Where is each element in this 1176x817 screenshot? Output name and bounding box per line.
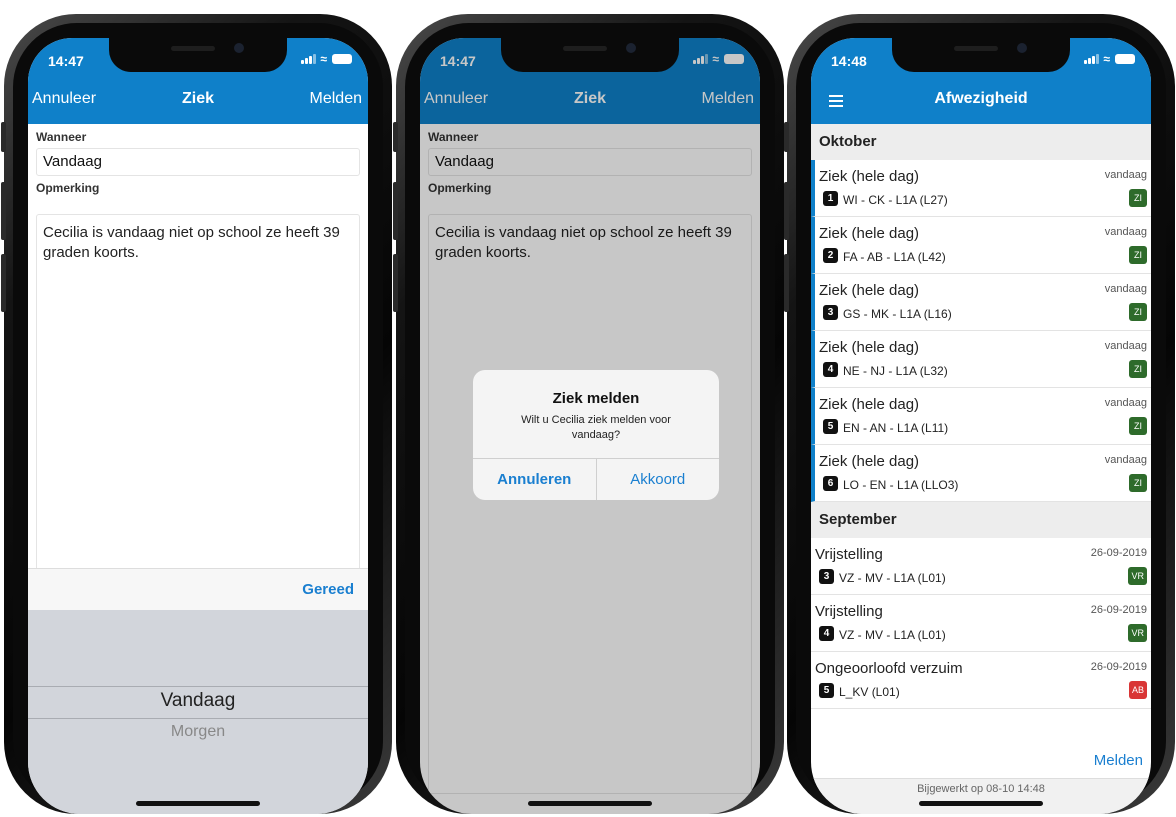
battery-icon: [332, 54, 352, 64]
absence-date: vandaag: [1104, 169, 1147, 181]
signal-icon: [1084, 54, 1100, 64]
absence-date: vandaag: [1104, 454, 1147, 466]
absence-type-badge: AB: [1128, 681, 1147, 699]
section-header: Oktober: [811, 124, 1151, 160]
lesson-number: 5: [823, 419, 838, 434]
home-indicator[interactable]: [528, 801, 652, 806]
alert-title: Ziek melden: [552, 390, 640, 407]
navigation-bar: Annuleer Ziek Melden: [28, 78, 368, 124]
when-label: Wanneer: [36, 130, 87, 144]
absence-title: Vrijstelling: [815, 546, 883, 563]
absence-row[interactable]: Ziek (hele dag) vandaag 2 FA - AB - L1A (L4…: [811, 217, 1151, 274]
confirm-alert: Ziek melden Wilt u Cecilia ziek melden v…: [473, 370, 719, 500]
lesson-number: 4: [819, 626, 834, 641]
absence-date: 26-09-2019: [1090, 661, 1147, 673]
absence-date: 26-09-2019: [1090, 604, 1147, 616]
alert-confirm-button[interactable]: Akkoord: [597, 459, 720, 500]
absence-type-badge: ZI: [1129, 303, 1147, 321]
absence-title: Ziek (hele dag): [819, 453, 920, 470]
absence-date: vandaag: [1104, 283, 1147, 295]
absence-date: vandaag: [1104, 340, 1147, 352]
status-time: 14:48: [831, 53, 867, 69]
report-absence-link[interactable]: Melden: [1094, 752, 1143, 769]
lesson-info: EN - AN - L1A (L11): [843, 421, 949, 435]
screen-sick-form: 14:47 ≈ Annuleer Ziek Melden Wanneer Van…: [28, 38, 368, 814]
absence-title: Ziek (hele dag): [819, 168, 920, 185]
report-button[interactable]: Melden: [310, 90, 362, 108]
screen-absence-list: 14:48 ≈ Afwezigheid Oktober Ziek (hele da…: [811, 38, 1151, 814]
alert-message: Wilt u Cecilia ziek melden voor vandaag?: [521, 414, 671, 441]
picker-option[interactable]: Morgen: [28, 723, 368, 741]
absence-row[interactable]: Ziek (hele dag) vandaag 6 LO - EN - L1A (LL…: [811, 445, 1151, 502]
absence-type-badge: ZI: [1129, 417, 1147, 435]
lesson-number: 6: [823, 476, 838, 491]
home-indicator[interactable]: [919, 801, 1043, 806]
absence-title: Ziek (hele dag): [819, 396, 920, 413]
lesson-info: GS - MK - L1A (L16): [843, 307, 952, 321]
lesson-number: 4: [823, 362, 838, 377]
lesson-info: FA - AB - L1A (L42): [843, 250, 946, 264]
date-picker[interactable]: Vandaag Morgen: [28, 610, 368, 814]
lesson-info: VZ - MV - L1A (L01): [839, 628, 946, 642]
absence-date: vandaag: [1104, 226, 1147, 238]
absence-row[interactable]: Ziek (hele dag) vandaag 5 EN - AN - L1A (L1…: [811, 388, 1151, 445]
lesson-info: NE - NJ - L1A (L32): [843, 364, 948, 378]
screen-confirm-dialog: 14:47 ≈ Annuleer Ziek Melden Wanneer Van…: [420, 38, 760, 814]
lesson-info: LO - EN - L1A (LLO3): [843, 478, 959, 492]
lesson-number: 1: [823, 191, 838, 206]
when-field[interactable]: Vandaag: [36, 148, 360, 176]
lesson-number: 3: [823, 305, 838, 320]
signal-icon: [301, 54, 317, 64]
home-indicator[interactable]: [136, 801, 260, 806]
last-updated: Bijgewerkt op 08-10 14:48: [811, 778, 1151, 814]
absence-type-badge: ZI: [1129, 246, 1147, 264]
lesson-info: WI - CK - L1A (L27): [843, 193, 948, 207]
absence-type-badge: ZI: [1129, 474, 1147, 492]
absence-title: Vrijstelling: [815, 603, 883, 620]
notch: [501, 38, 679, 72]
lesson-number: 3: [819, 569, 834, 584]
wifi-icon: ≈: [320, 52, 327, 66]
absence-type-badge: ZI: [1129, 189, 1147, 207]
absence-title: Ongeoorloofd verzuim: [815, 660, 963, 677]
absence-row[interactable]: Ziek (hele dag) vandaag 4 NE - NJ - L1A (L3…: [811, 331, 1151, 388]
absence-type-badge: VR: [1128, 624, 1147, 642]
remark-textarea[interactable]: Cecilia is vandaag niet op school ze hee…: [36, 214, 360, 574]
phone-frame-3: 14:48 ≈ Afwezigheid Oktober Ziek (hele da…: [784, 14, 1175, 814]
absence-date: 26-09-2019: [1090, 547, 1147, 559]
picker-option-selected[interactable]: Vandaag: [28, 690, 368, 712]
lesson-info: L_KV (L01): [839, 685, 900, 699]
absence-title: Ziek (hele dag): [819, 225, 920, 242]
lesson-number: 2: [823, 248, 838, 263]
absence-title: Ziek (hele dag): [819, 282, 920, 299]
absence-row[interactable]: Vrijstelling 26-09-2019 3 VZ - MV - L1A (L0…: [811, 538, 1151, 595]
absence-row[interactable]: Ziek (hele dag) vandaag 3 GS - MK - L1A (L1…: [811, 274, 1151, 331]
notch: [892, 38, 1070, 72]
section-header: September: [811, 502, 1151, 538]
lesson-info: VZ - MV - L1A (L01): [839, 571, 946, 585]
absence-type-badge: VR: [1128, 567, 1147, 585]
alert-cancel-button[interactable]: Annuleren: [473, 459, 597, 500]
status-time: 14:47: [48, 53, 84, 69]
absence-date: vandaag: [1104, 397, 1147, 409]
absence-row[interactable]: Vrijstelling 26-09-2019 4 VZ - MV - L1A (L0…: [811, 595, 1151, 652]
phone-frame-1: 14:47 ≈ Annuleer Ziek Melden Wanneer Van…: [1, 14, 392, 814]
absence-row[interactable]: Ongeoorloofd verzuim 26-09-2019 5 L_KV (L01…: [811, 652, 1151, 709]
notch: [109, 38, 287, 72]
phone-frame-2: 14:47 ≈ Annuleer Ziek Melden Wanneer Van…: [393, 14, 784, 814]
done-button[interactable]: Gereed: [302, 581, 354, 598]
wifi-icon: ≈: [1103, 52, 1110, 66]
absence-title: Ziek (hele dag): [819, 339, 920, 356]
absence-type-badge: ZI: [1129, 360, 1147, 378]
picker-toolbar: Gereed: [28, 568, 368, 610]
navigation-bar: Afwezigheid: [811, 78, 1151, 124]
lesson-number: 5: [819, 683, 834, 698]
battery-icon: [1115, 54, 1135, 64]
page-title: Afwezigheid: [934, 90, 1028, 107]
remark-label: Opmerking: [36, 181, 100, 195]
absence-row[interactable]: Ziek (hele dag) vandaag 1 WI - CK - L1A (L2…: [811, 160, 1151, 217]
